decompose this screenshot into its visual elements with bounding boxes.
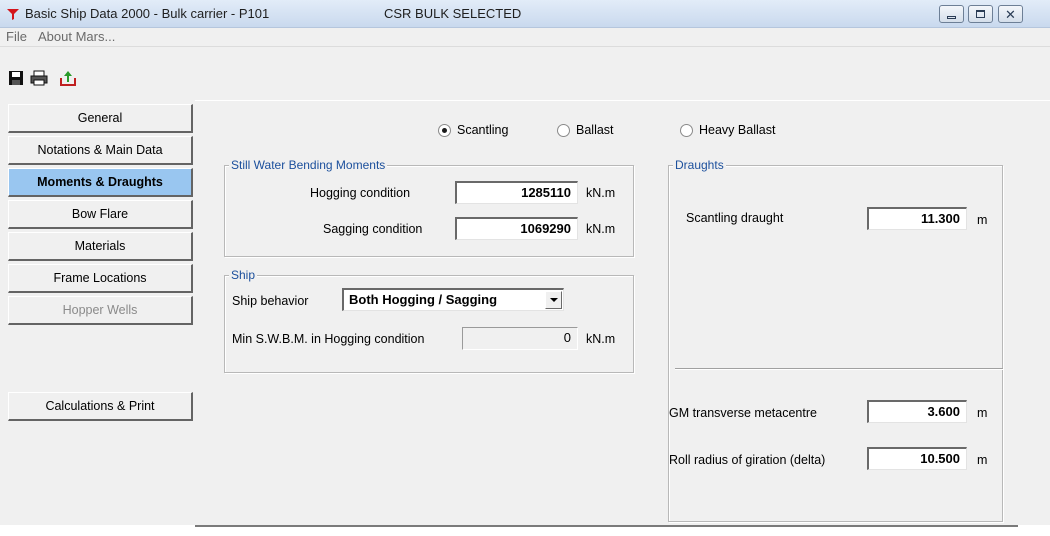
hogging-unit: kN.m (586, 186, 616, 200)
nav-general[interactable]: General (8, 104, 193, 133)
gm-input[interactable]: 3.600 (867, 400, 967, 423)
ship-behavior-value: Both Hogging / Sagging (349, 292, 498, 307)
dropdown-arrow-button[interactable] (545, 291, 562, 309)
print-icon (30, 70, 48, 89)
main-panel: Scantling Ballast Heavy Ballast Still Wa… (195, 100, 1050, 525)
radio-heavy-ballast-label: Heavy Ballast (699, 123, 776, 137)
scantling-draught-label: Scantling draught (686, 211, 784, 225)
nav-hopper-wells-label: Hopper Wells (62, 303, 138, 317)
scantling-draught-input[interactable]: 11.300 (867, 207, 967, 230)
radio-ballast-indicator[interactable] (557, 123, 570, 137)
chevron-down-icon (549, 298, 558, 302)
calculations-print-label: Calculations & Print (45, 399, 155, 413)
left-navigation: General Notations & Main Data Moments & … (0, 100, 195, 525)
close-button[interactable]: ✕ (998, 5, 1023, 23)
nav-moments-label: Moments & Draughts (37, 175, 163, 189)
maximize-button[interactable] (968, 5, 993, 23)
radio-ballast-label: Ballast (576, 123, 614, 137)
min-swbm-label: Min S.W.B.M. in Hogging condition (232, 332, 425, 346)
sagging-unit: kN.m (586, 222, 616, 236)
save-icon (8, 70, 24, 89)
min-swbm-unit: kN.m (586, 332, 616, 346)
sagging-label: Sagging condition (323, 222, 423, 236)
nav-moments-draughts[interactable]: Moments & Draughts (8, 168, 193, 197)
nav-materials[interactable]: Materials (8, 232, 193, 261)
ship-behavior-label: Ship behavior (232, 294, 309, 308)
radio-scantling-label: Scantling (457, 123, 509, 137)
swbm-group (224, 165, 634, 257)
calculations-print-button[interactable]: Calculations & Print (8, 392, 193, 421)
swbm-legend: Still Water Bending Moments (229, 158, 388, 172)
export-button[interactable] (57, 69, 79, 90)
roll-radius-unit: m (977, 453, 988, 467)
save-button[interactable] (5, 69, 27, 90)
nav-general-label: General (77, 111, 123, 125)
print-button[interactable] (28, 69, 50, 90)
draughts-legend: Draughts (673, 158, 726, 172)
radio-scantling-indicator[interactable] (438, 123, 451, 137)
ship-behavior-select[interactable]: Both Hogging / Sagging (342, 288, 564, 311)
sagging-input[interactable]: 1069290 (455, 217, 578, 240)
toolbar (0, 47, 1050, 100)
nav-hopper-wells[interactable]: Hopper Wells (8, 296, 193, 325)
nav-bow-flare[interactable]: Bow Flare (8, 200, 193, 229)
ship-legend: Ship (229, 268, 258, 282)
menu-file[interactable]: File (6, 29, 27, 44)
window-status: CSR BULK SELECTED (384, 6, 522, 21)
app-funnel-icon[interactable] (6, 7, 20, 21)
nav-frame-locations[interactable]: Frame Locations (8, 264, 193, 293)
menu-bar: File About Mars... (0, 28, 1050, 47)
radio-ballast[interactable]: Ballast (557, 123, 614, 137)
menu-about[interactable]: About Mars... (38, 29, 115, 44)
title-bar: Basic Ship Data 2000 - Bulk carrier - P1… (0, 0, 1050, 28)
export-icon (59, 69, 77, 90)
scantling-draught-unit: m (977, 213, 988, 227)
radio-scantling[interactable]: Scantling (438, 123, 508, 137)
close-icon: ✕ (1005, 6, 1016, 22)
draughts-separator (675, 368, 1003, 370)
hogging-label: Hogging condition (310, 186, 411, 200)
roll-radius-label: Roll radius of giration (delta) (669, 453, 826, 467)
radio-heavy-ballast-indicator[interactable] (680, 123, 693, 137)
minimize-icon (947, 15, 956, 19)
nav-frame-locations-label: Frame Locations (53, 271, 147, 285)
gm-label: GM transverse metacentre (669, 406, 817, 420)
nav-materials-label: Materials (74, 239, 126, 253)
minimize-button[interactable] (939, 5, 964, 23)
window-title: Basic Ship Data 2000 - Bulk carrier - P1… (25, 6, 270, 21)
min-swbm-input[interactable]: 0 (462, 327, 578, 350)
nav-bow-flare-label: Bow Flare (71, 207, 129, 221)
roll-radius-input[interactable]: 10.500 (867, 447, 967, 470)
radio-heavy-ballast[interactable]: Heavy Ballast (680, 123, 775, 137)
hogging-input[interactable]: 1285110 (455, 181, 578, 204)
nav-notations-label: Notations & Main Data (37, 143, 163, 157)
gm-unit: m (977, 406, 988, 420)
restore-icon (976, 10, 985, 18)
panel-bottom-highlight (195, 527, 1018, 528)
nav-notations[interactable]: Notations & Main Data (8, 136, 193, 165)
